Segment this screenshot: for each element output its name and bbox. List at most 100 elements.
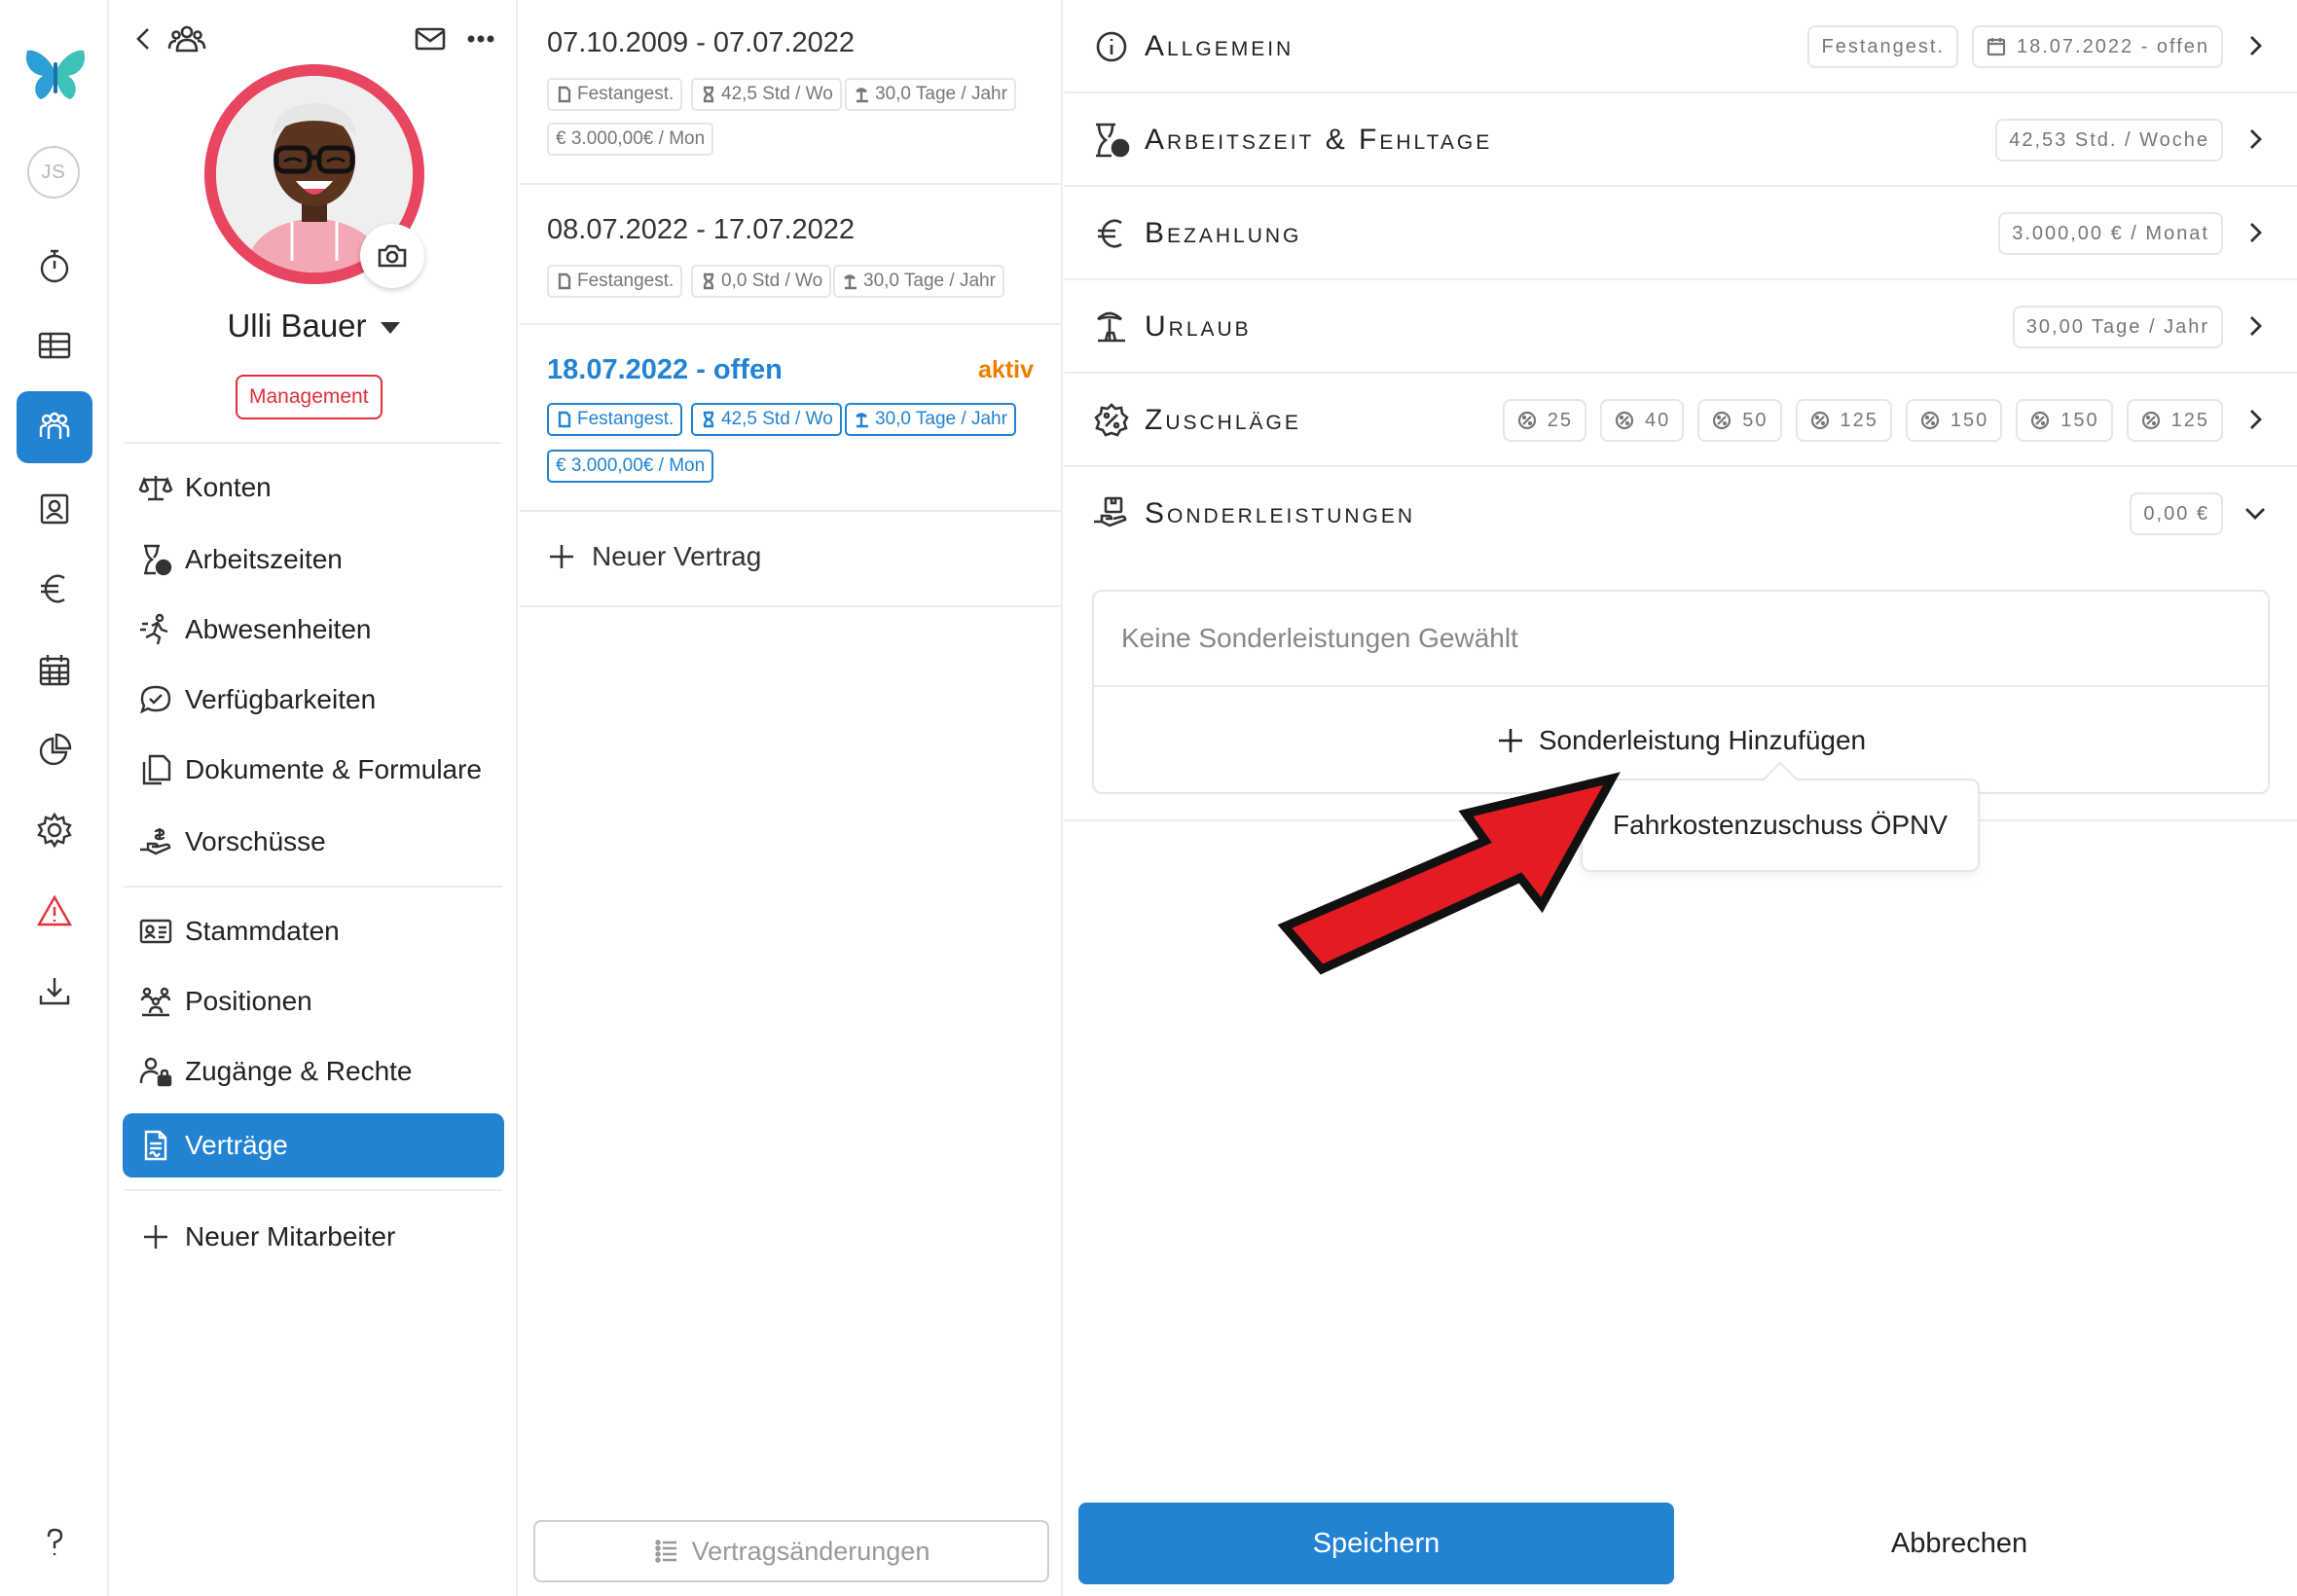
change-photo-button[interactable] <box>360 224 424 288</box>
table-icon[interactable] <box>17 309 92 381</box>
section-zuschlaege[interactable]: Zuschläge 25 40 50 125 150 150 125 <box>1065 374 2297 467</box>
section-urlaub[interactable]: Urlaub 30,00 Tage / Jahr <box>1065 280 2297 374</box>
section-bezahlung[interactable]: Bezahlung 3.000,00 € / Monat <box>1065 187 2297 280</box>
contract-dates: 08.07.2022 - 17.07.2022 <box>547 214 856 245</box>
divider <box>125 442 502 444</box>
group-icon[interactable] <box>167 19 206 58</box>
contract-changes-button[interactable]: Vertragsänderungen <box>533 1520 1049 1582</box>
nav-item-dokumente[interactable]: Dokumente & Formulare <box>123 738 504 802</box>
nav-item-vertraege[interactable]: Verträge <box>123 1113 504 1178</box>
team-icon[interactable] <box>17 391 92 463</box>
contract-item-active[interactable]: 18.07.2022 - offen aktiv Festangest. 42,… <box>520 325 1061 512</box>
user-lock-icon <box>139 1057 172 1087</box>
chevron-right-icon <box>2250 129 2262 149</box>
nav-item-zugaenge[interactable]: Zugänge & Rechte <box>123 1039 504 1104</box>
help-icon[interactable] <box>17 1506 92 1578</box>
nav-item-vorschuesse[interactable]: Vorschüsse <box>123 810 504 874</box>
section-arbeitszeit[interactable]: Arbeitszeit & Fehltage 42,53 Std. / Woch… <box>1065 93 2297 187</box>
profile-card-icon[interactable] <box>17 473 92 545</box>
summary-chip: 30,00 Tage / Jahr <box>2012 306 2223 348</box>
section-allgemein[interactable]: Allgemein Festangest. 18.07.2022 - offen <box>1065 0 2297 93</box>
contracts-list: 07.10.2009 - 07.07.2022 Festangest. 42,5… <box>520 0 1063 1596</box>
role-badge: Management <box>236 375 383 419</box>
percent-badge-icon <box>1094 403 1129 437</box>
nav-label: Positionen <box>185 986 312 1016</box>
document-icon <box>558 86 571 103</box>
surcharge-chip: 25 <box>1502 399 1586 442</box>
save-button[interactable]: Speichern <box>1078 1503 1674 1584</box>
section-summary: Festangest. 18.07.2022 - offen <box>1807 25 2223 68</box>
surcharge-chip: 150 <box>1905 399 2003 442</box>
nav-item-abwesenheiten[interactable]: Abwesenheiten <box>123 598 504 662</box>
user-avatar-initials[interactable]: JS <box>27 146 80 199</box>
contract-type-chip: Festangest. <box>547 78 683 111</box>
calendar-icon[interactable] <box>17 635 92 707</box>
download-icon[interactable] <box>17 956 92 1028</box>
nav-label: Verträge <box>185 1130 288 1160</box>
contract-type-chip: Festangest. <box>547 403 683 436</box>
percent-badge-icon <box>1713 411 1732 430</box>
mail-icon[interactable] <box>411 19 450 58</box>
section-title: Arbeitszeit & Fehltage <box>1145 124 1493 156</box>
percent-badge-icon <box>2031 411 2050 430</box>
contract-changes-label: Vertragsänderungen <box>691 1536 930 1566</box>
section-summary: 30,00 Tage / Jahr <box>2012 306 2223 348</box>
camera-icon <box>378 244 407 268</box>
employee-name-dropdown[interactable]: Ulli Bauer <box>111 308 516 345</box>
percent-badge-icon <box>1517 411 1536 430</box>
contract-item[interactable]: 07.10.2009 - 07.07.2022 Festangest. 42,5… <box>520 0 1061 185</box>
list-changes-icon <box>654 1540 676 1563</box>
warning-icon[interactable] <box>17 876 92 948</box>
section-title: Zuschläge <box>1145 404 1301 436</box>
contract-hours-chip: 0,0 Std / Wo <box>691 265 832 298</box>
calendar-icon <box>1987 38 2006 56</box>
nav-item-verfuegbarkeiten[interactable]: Verfügbarkeiten <box>123 668 504 732</box>
contract-dates: 07.10.2009 - 07.07.2022 <box>547 27 856 58</box>
documents-icon <box>142 754 171 785</box>
more-icon[interactable] <box>461 19 500 58</box>
contract-item[interactable]: 08.07.2022 - 17.07.2022 Festangest. 0,0 … <box>520 185 1061 325</box>
chevron-right-icon <box>2250 410 2262 429</box>
summary-chip: 42,53 Std. / Woche <box>1995 119 2223 162</box>
back-icon[interactable] <box>125 19 164 58</box>
euro-icon[interactable] <box>17 553 92 625</box>
cancel-button[interactable]: Abbrechen <box>1781 1503 2137 1584</box>
icon-rail: JS <box>0 0 109 1596</box>
panel-toolbar <box>125 18 502 62</box>
section-sonderleistungen[interactable]: Sonderleistungen 0,00 € <box>1065 467 2297 561</box>
hand-money-icon <box>140 828 171 855</box>
stopwatch-icon[interactable] <box>17 230 92 302</box>
surcharge-chip: 150 <box>2016 399 2113 442</box>
suggestion-label: Fahrkostenzuschuss ÖPNV <box>1613 810 1948 840</box>
summary-chip: Festangest. <box>1807 25 1958 68</box>
beach-icon <box>856 413 868 428</box>
gear-icon[interactable] <box>17 794 92 866</box>
section-summary: 42,53 Std. / Woche <box>1995 119 2223 162</box>
contract-type-chip: Festangest. <box>547 265 683 298</box>
butterfly-logo[interactable] <box>21 39 90 107</box>
nav-label: Dokumente & Formulare <box>185 754 483 784</box>
divider <box>125 886 502 888</box>
nav-item-positionen[interactable]: Positionen <box>123 969 504 1034</box>
contract-salary-chip: € 3.000,00€ / Mon <box>547 123 714 156</box>
document-icon <box>558 411 571 428</box>
surcharge-chip: 50 <box>1697 399 1782 442</box>
nav-label: Stammdaten <box>185 916 340 946</box>
nav-item-stammdaten[interactable]: Stammdaten <box>123 899 504 963</box>
nav-item-arbeitszeiten[interactable]: Arbeitszeiten <box>123 527 504 592</box>
section-title: Urlaub <box>1145 310 1252 343</box>
hourglass-clock-icon <box>144 544 172 576</box>
contract-details: Allgemein Festangest. 18.07.2022 - offen… <box>1065 0 2297 1596</box>
status-badge: aktiv <box>978 356 1034 383</box>
nav-label: Vorschüsse <box>185 826 326 856</box>
section-title: Bezahlung <box>1145 217 1302 249</box>
pie-chart-icon[interactable] <box>17 714 92 786</box>
new-contract-button[interactable]: Neuer Vertrag <box>547 541 761 572</box>
summary-chip: 3.000,00 € / Monat <box>1998 212 2223 255</box>
document-icon <box>558 272 571 290</box>
nav-item-konten[interactable]: Konten <box>123 455 504 520</box>
hourglass-clock-icon <box>1096 123 1130 158</box>
special-services-empty-text: Keine Sonderleistungen Gewählt <box>1121 623 1518 653</box>
beach-icon <box>856 88 868 103</box>
new-employee-button[interactable]: Neuer Mitarbeiter <box>123 1205 504 1269</box>
